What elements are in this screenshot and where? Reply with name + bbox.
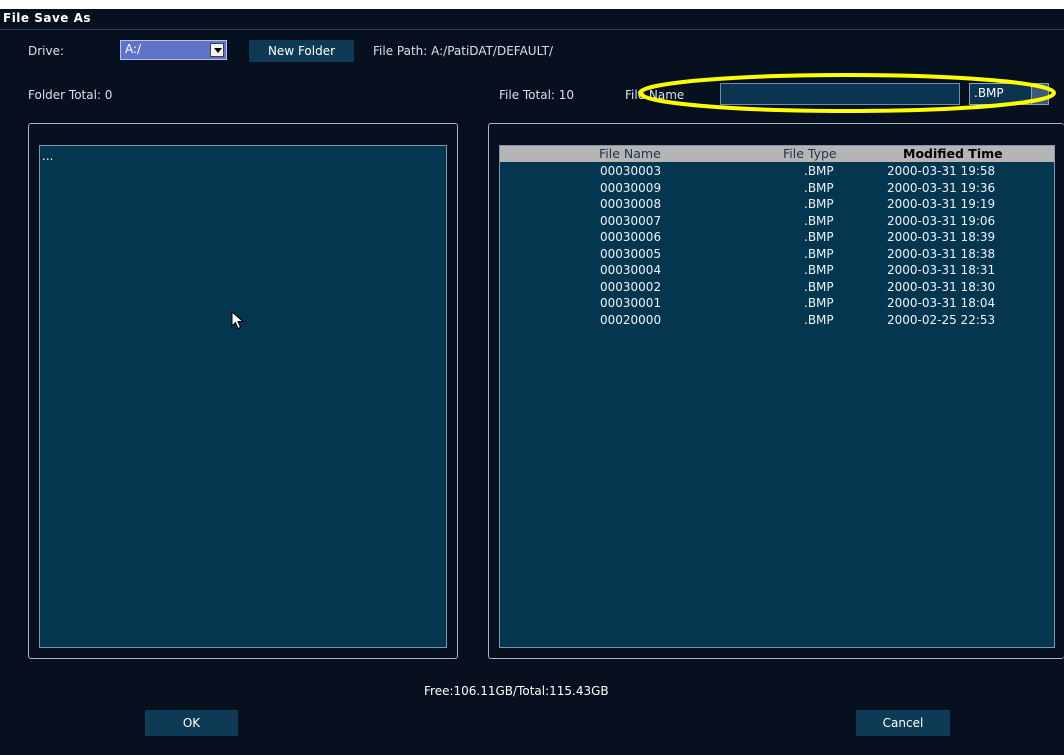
file-list[interactable]: File Name File Type Modified Time 000300… (499, 145, 1055, 648)
drive-label: Drive: (28, 44, 65, 58)
file-type-cell: .BMP (804, 296, 834, 310)
drive-select[interactable]: A:/ (120, 40, 227, 60)
file-time-cell: 2000-03-31 19:06 (887, 213, 996, 228)
cancel-button[interactable]: Cancel (856, 710, 950, 736)
storage-info: Free:106.11GB/Total:115.43GB (424, 684, 609, 698)
file-name-cell: 00020000 (600, 312, 662, 327)
chevron-down-icon[interactable] (210, 43, 224, 57)
ok-button[interactable]: OK (145, 710, 238, 736)
file-time-cell: 2000-03-31 18:38 (887, 246, 996, 261)
file-row[interactable]: 00030003 .BMP 2000-03-31 19:58 (500, 163, 1054, 180)
column-header-file-type[interactable]: File Type (783, 146, 837, 162)
column-header-file-name[interactable]: File Name (599, 146, 661, 162)
new-folder-button[interactable]: New Folder (249, 40, 354, 62)
dialog-title: File Save As (3, 11, 92, 25)
file-type-cell: .BMP (804, 279, 834, 294)
file-type-cell: .BMP (804, 164, 834, 178)
folder-total: Folder Total: 0 (28, 88, 113, 102)
file-name-cell: 00030008 (600, 197, 662, 211)
folder-item-parent[interactable]: ... (42, 149, 53, 163)
file-row[interactable]: 00030001 .BMP 2000-03-31 18:04 (500, 295, 1054, 312)
title-bar: File Save As (0, 9, 1064, 30)
file-row[interactable]: 00030002 .BMP 2000-03-31 18:30 (500, 279, 1054, 296)
file-time-cell: 2000-03-31 18:30 (887, 279, 996, 294)
file-name-cell: 00030004 (600, 263, 662, 277)
folder-list[interactable]: ... (39, 145, 447, 648)
file-name-cell: 00030003 (600, 164, 662, 178)
file-type-cell: .BMP (804, 230, 834, 244)
file-row[interactable]: 00030006 .BMP 2000-03-31 18:39 (500, 229, 1054, 246)
file-type-cell: .BMP (804, 246, 834, 261)
file-type-cell: .BMP (804, 180, 834, 195)
file-name-cell: 00030001 (600, 296, 662, 310)
file-type-cell: .BMP (804, 213, 834, 228)
file-row[interactable]: 00030007 .BMP 2000-03-31 19:06 (500, 213, 1054, 230)
file-total: File Total: 10 (499, 88, 575, 102)
file-name-cell: 00030009 (600, 180, 662, 195)
file-save-dialog: File Save As Drive: A:/ New Folder File … (0, 9, 1064, 755)
file-name-cell: 00030007 (600, 213, 662, 228)
file-time-cell: 2000-03-31 18:31 (887, 263, 996, 277)
file-name-cell: 00030005 (600, 246, 662, 261)
file-type-cell: .BMP (804, 263, 834, 277)
drive-value: A:/ (125, 42, 142, 56)
file-name-cell: 00030006 (600, 230, 662, 244)
file-time-cell: 2000-03-31 19:19 (887, 197, 996, 211)
highlight-ellipse (638, 73, 1056, 113)
mouse-pointer-icon (231, 311, 245, 330)
file-time-cell: 2000-03-31 19:36 (887, 180, 996, 195)
file-name-cell: 00030002 (600, 279, 662, 294)
file-row[interactable]: 00030005 .BMP 2000-03-31 18:38 (500, 246, 1054, 263)
file-row[interactable]: 00020000 .BMP 2000-02-25 22:53 (500, 312, 1054, 329)
file-row[interactable]: 00030008 .BMP 2000-03-31 19:19 (500, 196, 1054, 213)
file-type-cell: .BMP (804, 197, 834, 211)
file-time-cell: 2000-03-31 18:39 (887, 230, 996, 244)
file-time-cell: 2000-02-25 22:53 (887, 312, 996, 327)
file-time-cell: 2000-03-31 18:04 (887, 296, 996, 310)
file-path: File Path: A:/PatiDAT/DEFAULT/ (373, 44, 553, 58)
file-type-cell: .BMP (804, 312, 834, 327)
file-row[interactable]: 00030009 .BMP 2000-03-31 19:36 (500, 180, 1054, 197)
file-time-cell: 2000-03-31 19:58 (887, 164, 996, 178)
file-list-header: File Name File Type Modified Time (500, 146, 1054, 162)
column-header-modified-time[interactable]: Modified Time (903, 146, 1003, 162)
file-row[interactable]: 00030004 .BMP 2000-03-31 18:31 (500, 262, 1054, 279)
